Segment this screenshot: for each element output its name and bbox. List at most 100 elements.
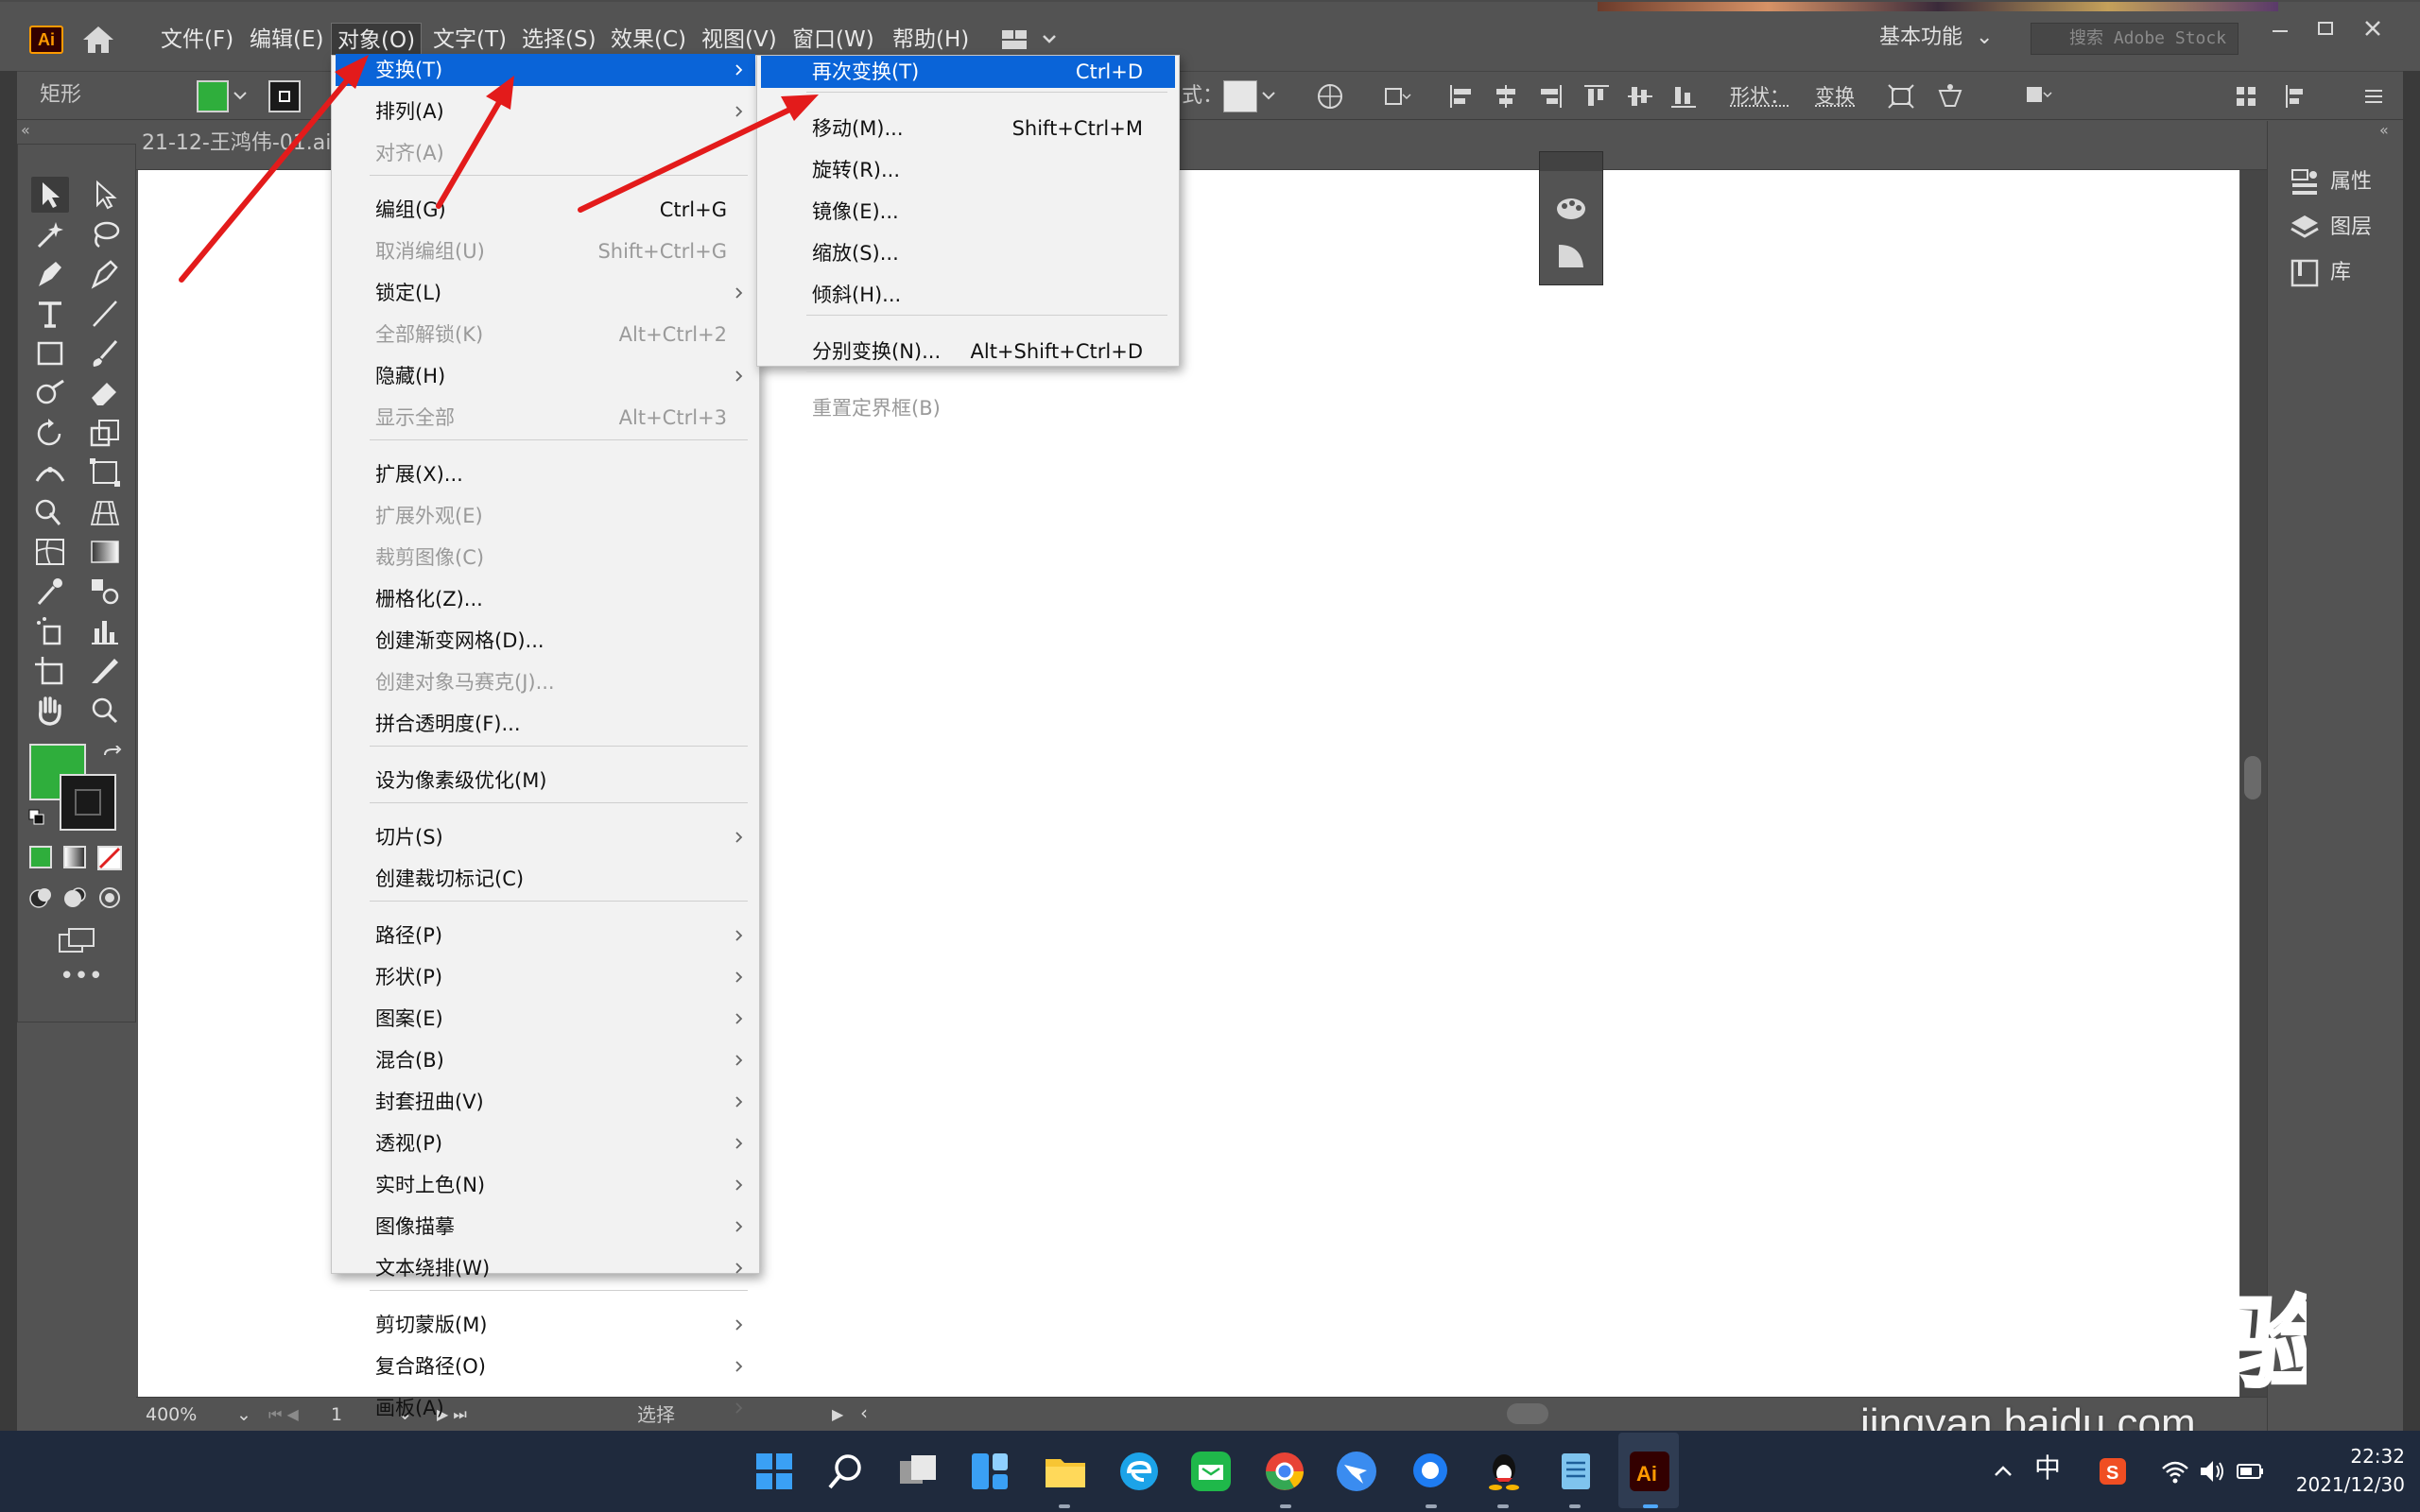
object-menu-item[interactable]: 扩展(X)... — [336, 458, 755, 490]
transform-panel-link[interactable]: 变换 — [1815, 83, 1855, 110]
sogou-input-icon[interactable]: S — [2097, 1455, 2129, 1487]
default-colors-icon[interactable] — [27, 808, 46, 827]
screen-mode-icon[interactable] — [56, 925, 97, 955]
align-options-icon[interactable] — [2282, 81, 2314, 112]
none-mode-button[interactable] — [97, 846, 122, 870]
mesh-tool[interactable] — [31, 534, 69, 570]
draw-normal-icon[interactable] — [27, 884, 56, 912]
object-menu-item[interactable]: 剪切蒙版(M) — [336, 1309, 755, 1341]
align-bottom-icon[interactable] — [1668, 81, 1700, 112]
illustrator-taskbar-icon[interactable]: Ai — [1626, 1448, 1673, 1495]
notepad-icon[interactable] — [1552, 1448, 1599, 1495]
symbol-sprayer-tool[interactable] — [31, 613, 69, 649]
gradient-mode-button[interactable] — [63, 846, 86, 868]
minimize-button[interactable] — [2259, 15, 2301, 43]
object-menu-item[interactable]: 实时上色(N) — [336, 1169, 755, 1201]
line-segment-tool[interactable] — [86, 296, 124, 332]
align-right-icon[interactable] — [1533, 81, 1565, 112]
align-top-icon[interactable] — [1581, 81, 1613, 112]
object-menu-item[interactable]: 编组(G) Ctrl+G — [336, 194, 755, 226]
menu-effect[interactable]: 效果(C) — [605, 23, 692, 57]
shape-properties-link[interactable]: 形状： — [1730, 83, 1789, 110]
horizontal-scroll-thumb[interactable] — [1507, 1403, 1548, 1424]
object-menu-item[interactable]: 排列(A) — [336, 95, 755, 128]
qq-icon[interactable] — [1480, 1448, 1528, 1495]
fill-color-swatch[interactable] — [197, 80, 229, 112]
shape-builder-tool[interactable] — [31, 494, 69, 530]
menu-help[interactable]: 帮助(H) — [887, 23, 975, 57]
object-menu-item[interactable]: 图案(E) — [336, 1003, 755, 1035]
transform-submenu-item[interactable]: 再次变换(T) Ctrl+D — [761, 56, 1175, 88]
align-left-icon[interactable] — [1446, 81, 1478, 112]
object-menu-item[interactable]: 画板(A) — [336, 1392, 755, 1424]
close-button[interactable] — [2352, 15, 2394, 43]
distribute-icon[interactable] — [2231, 81, 2263, 112]
object-menu-item[interactable]: 创建裁切标记(C) — [336, 863, 755, 895]
paintbrush-tool[interactable] — [86, 335, 124, 371]
menu-edit[interactable]: 编辑(E) — [244, 23, 329, 57]
transform-submenu-item[interactable]: 缩放(S)... — [761, 237, 1175, 269]
shaper-tool[interactable] — [31, 375, 69, 411]
perspective-grid-tool[interactable] — [86, 494, 124, 530]
lasso-tool[interactable] — [86, 216, 124, 252]
object-menu-item[interactable]: 路径(P) — [336, 919, 755, 952]
chevron-up-icon[interactable] — [1987, 1455, 2019, 1487]
collapse-panels-icon[interactable]: « — [2379, 121, 2389, 139]
gradient-tool[interactable] — [86, 534, 124, 570]
more-tools-icon[interactable]: ••• — [60, 964, 103, 988]
draw-behind-icon[interactable] — [61, 884, 90, 912]
object-menu-item[interactable]: 切片(S) — [336, 821, 755, 853]
recolor-artwork-icon[interactable] — [1314, 81, 1346, 112]
gradient-panel-icon[interactable] — [1553, 239, 1589, 271]
curvature-tool[interactable] — [86, 256, 124, 292]
zoom-level-field[interactable]: 400% ⌄ — [146, 1403, 251, 1426]
align-center-icon[interactable] — [1490, 81, 1522, 112]
status-menu-icon[interactable]: ▶ — [832, 1403, 843, 1426]
arrange-documents-icon[interactable] — [1000, 26, 1059, 53]
properties-panel-button[interactable]: 属性 — [2289, 166, 2402, 198]
menu-file[interactable]: 文件(F) — [155, 23, 239, 57]
chevron-down-icon[interactable] — [1261, 89, 1276, 102]
clock-time[interactable]: 22:32 — [2329, 1444, 2405, 1469]
dingtalk-icon[interactable] — [1333, 1448, 1380, 1495]
eraser-tool[interactable] — [86, 375, 124, 411]
stroke-color-swatch[interactable] — [268, 80, 301, 112]
direct-selection-tool[interactable] — [86, 177, 124, 213]
pen-tool[interactable] — [31, 256, 69, 292]
blend-tool[interactable] — [86, 574, 124, 610]
menu-view[interactable]: 视图(V) — [696, 23, 783, 57]
menu-select[interactable]: 选择(S) — [516, 23, 602, 57]
object-menu-item[interactable]: 混合(B) — [336, 1044, 755, 1076]
isolate-object-icon[interactable] — [1885, 81, 1917, 112]
workspace-switcher[interactable]: 基本功能 ⌄ — [1879, 21, 1993, 55]
floating-panel-header[interactable] — [1540, 152, 1602, 171]
object-menu-item[interactable]: 文本绕排(W) — [336, 1252, 755, 1284]
object-menu-item[interactable]: 栅格化(Z)... — [336, 583, 755, 615]
layers-panel-button[interactable]: 图层 — [2289, 212, 2402, 244]
adobe-stock-search-input[interactable]: 搜索 Adobe Stock — [2031, 23, 2238, 55]
object-menu-item[interactable]: 创建渐变网格(D)... — [336, 625, 755, 657]
width-tool[interactable] — [31, 455, 69, 490]
home-icon[interactable] — [79, 23, 117, 57]
draw-inside-icon[interactable] — [95, 884, 124, 912]
object-menu-item[interactable]: 锁定(L) — [336, 277, 755, 309]
selection-tool[interactable] — [31, 177, 69, 213]
search-icon[interactable] — [822, 1448, 870, 1495]
volume-icon[interactable] — [2197, 1455, 2229, 1487]
chrome-icon[interactable] — [1261, 1448, 1308, 1495]
task-view-icon[interactable] — [894, 1448, 942, 1495]
windows-start-icon[interactable] — [751, 1448, 798, 1495]
menu-type[interactable]: 文字(T) — [427, 23, 512, 57]
scale-tool[interactable] — [86, 415, 124, 451]
rectangle-tool[interactable] — [31, 335, 69, 371]
wechat-work-icon[interactable] — [1187, 1448, 1235, 1495]
wifi-icon[interactable] — [2159, 1455, 2191, 1487]
object-menu-item[interactable]: 设为像素级优化(M) — [336, 765, 755, 797]
magic-wand-tool[interactable] — [31, 216, 69, 252]
edge-browser-icon[interactable] — [1115, 1448, 1163, 1495]
transform-submenu-item[interactable]: 移动(M)... Shift+Ctrl+M — [761, 112, 1175, 145]
object-menu-item[interactable]: 图像描摹 — [336, 1211, 755, 1243]
scroll-left-icon[interactable]: ‹ — [860, 1401, 868, 1424]
slice-tool[interactable] — [86, 653, 124, 689]
object-menu-item[interactable]: 变换(T) — [336, 54, 755, 86]
